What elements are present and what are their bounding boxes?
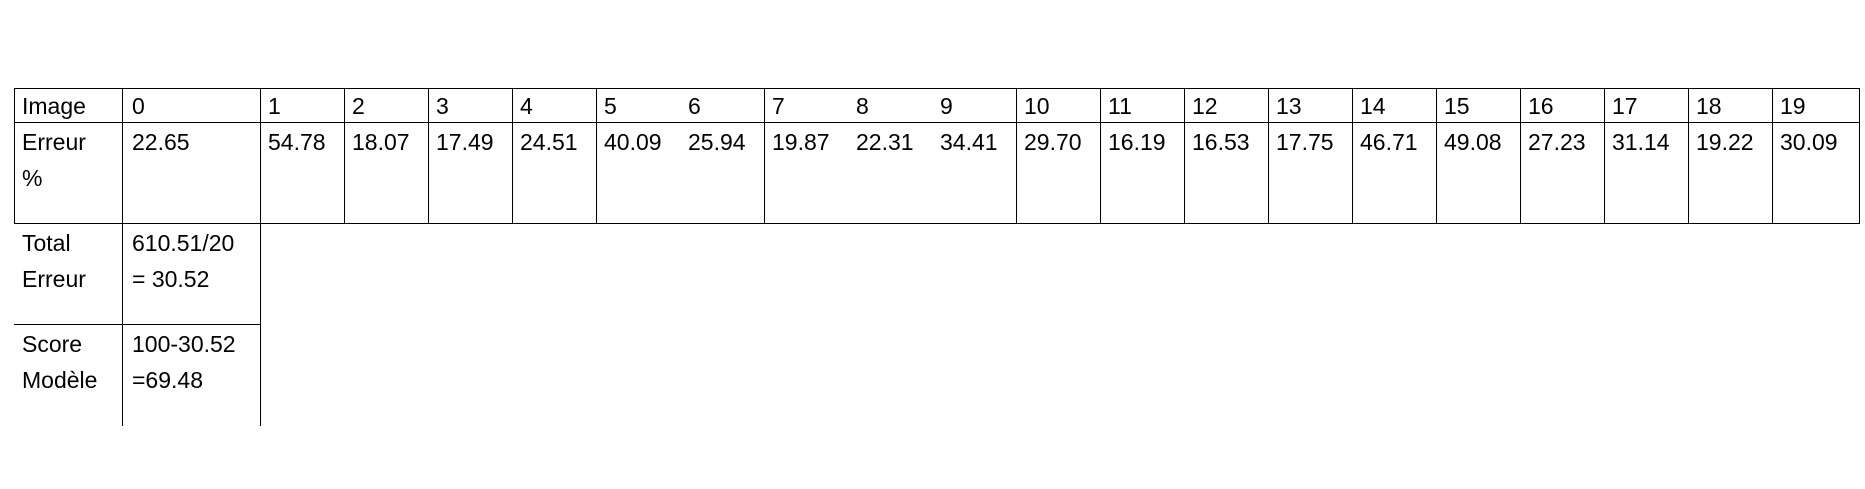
error-value-cell: 22.65 xyxy=(132,129,190,155)
model-score-formula: 100-30.52 xyxy=(132,331,236,357)
error-value-cell: 54.78 xyxy=(268,129,326,155)
column-divider xyxy=(122,88,123,426)
image-number-cell: 19 xyxy=(1780,93,1806,119)
total-error-formula: 610.51/20 xyxy=(132,230,235,256)
column-divider xyxy=(344,88,345,224)
error-value-cell: 46.71 xyxy=(1360,129,1418,155)
error-value-cell: 18.07 xyxy=(352,129,410,155)
image-number-cell: 6 xyxy=(688,93,701,119)
error-value-cell: 34.41 xyxy=(940,129,998,155)
row-header-error: Erreur % xyxy=(22,129,86,191)
image-number-cell: 11 xyxy=(1108,93,1132,119)
image-number-cell: 10 xyxy=(1024,93,1050,119)
column-divider xyxy=(512,88,513,224)
error-value-cell: 31.14 xyxy=(1612,129,1670,155)
row-header-image: Image xyxy=(22,93,86,119)
image-number-cell: 14 xyxy=(1360,93,1386,119)
column-divider xyxy=(428,88,429,224)
table-border-right xyxy=(1859,88,1860,224)
table-border-left xyxy=(14,88,15,224)
column-divider xyxy=(764,88,765,224)
error-value-cell: 24.51 xyxy=(520,129,578,155)
error-value-cell: 17.49 xyxy=(436,129,494,155)
column-divider xyxy=(1100,88,1101,224)
column-divider xyxy=(1520,88,1521,224)
row-divider-error xyxy=(14,223,1860,224)
row-divider-total xyxy=(14,324,261,325)
table-border-top xyxy=(14,88,1860,89)
image-number-cell: 13 xyxy=(1276,93,1302,119)
image-number-cell: 8 xyxy=(856,93,869,119)
image-number-cell: 12 xyxy=(1192,93,1218,119)
error-value-cell: 22.31 xyxy=(856,129,914,155)
column-divider xyxy=(596,88,597,224)
image-number-cell: 0 xyxy=(132,93,145,119)
error-value-cell: 17.75 xyxy=(1276,129,1334,155)
results-table: Image Erreur % Total Erreur Score Modèle… xyxy=(0,0,1865,489)
image-number-cell: 4 xyxy=(520,93,533,119)
error-value-cell: 40.09 xyxy=(604,129,662,155)
column-divider xyxy=(260,88,261,426)
image-number-cell: 1 xyxy=(268,93,281,119)
error-value-cell: 19.22 xyxy=(1696,129,1754,155)
column-divider xyxy=(1772,88,1773,224)
error-value-cell: 19.87 xyxy=(772,129,830,155)
column-divider xyxy=(1352,88,1353,224)
error-value-cell: 16.19 xyxy=(1108,129,1166,155)
column-divider xyxy=(1688,88,1689,224)
image-number-cell: 16 xyxy=(1528,93,1554,119)
image-number-cell: 15 xyxy=(1444,93,1470,119)
column-divider xyxy=(1268,88,1269,224)
model-score-result: =69.48 xyxy=(132,367,203,393)
column-divider xyxy=(1184,88,1185,224)
row-header-score-line2: Modèle xyxy=(22,367,98,393)
image-number-cell: 5 xyxy=(604,93,617,119)
row-divider-image xyxy=(14,122,1860,123)
error-value-cell: 29.70 xyxy=(1024,129,1082,155)
column-divider xyxy=(1016,88,1017,224)
total-error-result: = 30.52 xyxy=(132,266,210,292)
error-value-cell: 16.53 xyxy=(1192,129,1250,155)
column-divider xyxy=(1436,88,1437,224)
column-divider xyxy=(1604,88,1605,224)
row-header-total-line2: Erreur xyxy=(22,266,86,292)
error-value-cell: 25.94 xyxy=(688,129,746,155)
image-number-cell: 9 xyxy=(940,93,953,119)
image-number-cell: 17 xyxy=(1612,93,1638,119)
error-value-cell: 49.08 xyxy=(1444,129,1502,155)
row-header-total-line1: Total xyxy=(22,230,71,256)
error-value-cell: 27.23 xyxy=(1528,129,1586,155)
image-number-cell: 7 xyxy=(772,93,785,119)
image-number-cell: 18 xyxy=(1696,93,1722,119)
image-number-cell: 3 xyxy=(436,93,449,119)
image-number-cell: 2 xyxy=(352,93,365,119)
error-value-cell: 30.09 xyxy=(1780,129,1838,155)
row-header-score-line1: Score xyxy=(22,331,83,357)
